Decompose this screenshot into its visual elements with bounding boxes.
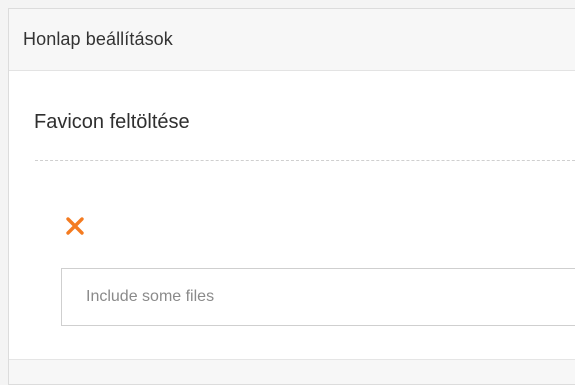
close-icon[interactable]: [65, 216, 85, 236]
panel-body: Favicon feltöltése Include some files: [9, 71, 575, 361]
section-title: Favicon feltöltése: [34, 111, 190, 133]
page: Honlap beállítások Favicon feltöltése In…: [0, 0, 575, 385]
settings-panel: Honlap beállítások Favicon feltöltése In…: [8, 8, 575, 385]
panel-header: Honlap beállítások: [9, 9, 575, 71]
section-divider: [35, 160, 575, 161]
file-upload-placeholder: Include some files: [86, 288, 215, 305]
panel-title: Honlap beállítások: [23, 29, 173, 49]
close-icon-svg: [66, 217, 84, 235]
file-upload-input[interactable]: Include some files: [61, 268, 575, 326]
panel-footer: [9, 359, 575, 384]
